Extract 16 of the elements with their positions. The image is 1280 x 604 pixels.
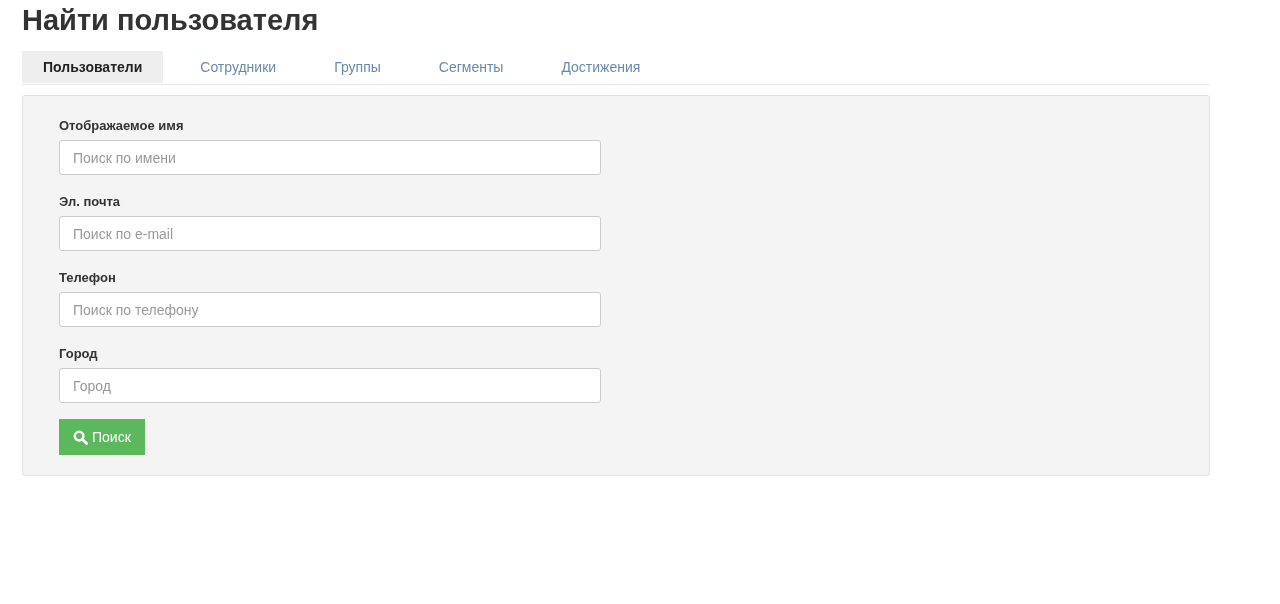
tab[interactable]: Группы bbox=[313, 51, 402, 83]
page-title: Найти пользователя bbox=[22, 4, 320, 37]
input-field[interactable]: Город bbox=[59, 368, 601, 403]
field-label: Отображаемое имя bbox=[59, 118, 184, 133]
tab[interactable]: Пользователи bbox=[22, 51, 164, 83]
input-field[interactable]: Поиск по имени bbox=[59, 140, 601, 175]
field-label: Эл. почта bbox=[59, 194, 121, 209]
input-field[interactable]: Поиск по e-mail bbox=[59, 216, 601, 251]
tab[interactable]: Сегменты bbox=[417, 51, 525, 83]
field-label: Телефон bbox=[59, 270, 116, 285]
tab[interactable]: Сотрудники bbox=[179, 51, 298, 83]
search-button[interactable]: Поиск bbox=[59, 419, 145, 455]
input-field[interactable]: Поиск по телефону bbox=[59, 292, 601, 327]
field-label: Город bbox=[59, 346, 98, 361]
search-icon bbox=[73, 429, 88, 445]
tab[interactable]: Достижения bbox=[540, 51, 662, 83]
